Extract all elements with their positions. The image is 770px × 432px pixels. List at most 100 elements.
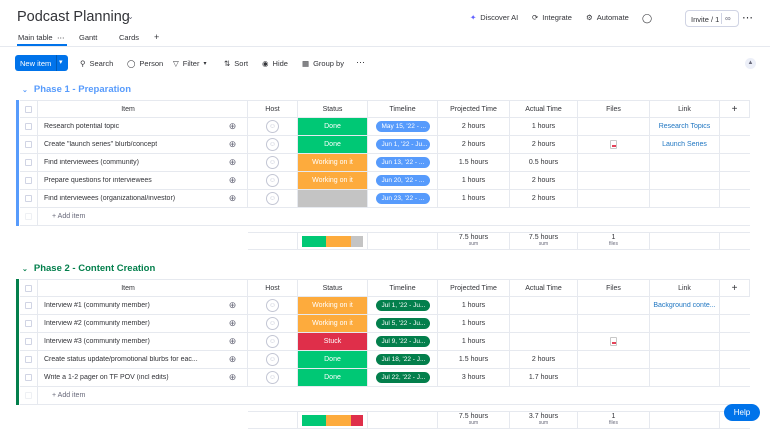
status-badge[interactable]: Working on it — [298, 297, 368, 314]
add-update-icon[interactable]: ⊕ — [229, 175, 237, 186]
cell-files[interactable] — [578, 333, 650, 350]
header-host[interactable]: Host — [248, 280, 298, 296]
chevron-down-icon[interactable]: ⌄ — [127, 12, 134, 21]
select-all-checkbox[interactable] — [25, 105, 32, 113]
projected-time[interactable]: 1 hours — [462, 320, 485, 327]
item-name[interactable]: Create "launch series" blurb/concept — [44, 141, 157, 148]
row-checkbox[interactable] — [25, 159, 32, 166]
chevron-down-icon[interactable]: ▾ — [59, 58, 63, 66]
item-name[interactable]: Interview #2 (community member) — [44, 320, 150, 327]
sort-button[interactable]: ⇅ Sort — [224, 59, 248, 68]
item-name[interactable]: Write a 1-2 pager on TF POV (incl edits) — [44, 374, 169, 381]
add-update-icon[interactable]: ⊕ — [229, 139, 237, 150]
projected-time[interactable]: 1 hours — [462, 177, 485, 184]
add-update-icon[interactable]: ⊕ — [229, 354, 237, 365]
row-checkbox[interactable] — [25, 338, 32, 345]
person-icon[interactable]: ☺ — [266, 174, 279, 187]
cell-item[interactable]: Interview #1 (community member) — [38, 297, 218, 314]
timeline-pill[interactable]: Jun 20, '22 - ... — [375, 175, 430, 186]
header-host[interactable]: Host — [248, 101, 298, 117]
cell-item[interactable]: Research potential topic — [38, 118, 218, 135]
group-by-button[interactable]: ▦ Group by — [302, 59, 344, 68]
cell-link[interactable]: Background conte... — [650, 297, 720, 314]
timeline-pill[interactable]: Jul 1, '22 - Ju... — [375, 300, 430, 311]
cell-link[interactable] — [650, 154, 720, 171]
timeline-pill[interactable]: Jul 5, '22 - Ju... — [375, 318, 430, 329]
cell-link[interactable] — [650, 333, 720, 350]
timeline-pill[interactable]: Jul 18, '22 - J... — [375, 354, 430, 365]
header-actual[interactable]: Actual Time — [510, 101, 578, 117]
item-name[interactable]: Create status update/promotional blurbs … — [44, 356, 198, 363]
header-status[interactable]: Status — [298, 280, 368, 296]
header-projected[interactable]: Projected Time — [438, 101, 510, 117]
header-add[interactable]: + — [720, 280, 750, 296]
person-icon[interactable]: ☺ — [266, 335, 279, 348]
status-badge[interactable]: Done — [298, 369, 368, 386]
item-name[interactable]: Prepare questions for interviewees — [44, 177, 152, 184]
add-update-icon[interactable]: ⊕ — [229, 157, 237, 168]
link[interactable]: Research Topics — [659, 123, 711, 130]
status-badge[interactable]: Working on it — [298, 172, 368, 189]
cell-item[interactable]: Find interviewees (community) — [38, 154, 218, 171]
projected-time[interactable]: 1.5 hours — [459, 356, 488, 363]
add-update-icon[interactable]: ⊕ — [229, 336, 237, 347]
discover-ai-button[interactable]: ✦ Discover AI — [470, 13, 518, 22]
status-badge[interactable]: Stuck — [298, 333, 368, 350]
cell-files[interactable] — [578, 118, 650, 135]
link[interactable]: Background conte... — [653, 302, 715, 309]
cell-item[interactable]: Interview #3 (community member) — [38, 333, 218, 350]
timeline-pill[interactable]: Jun 1, '22 - Ju... — [375, 139, 430, 150]
item-name[interactable]: Research potential topic — [44, 123, 119, 130]
cell-link[interactable]: Research Topics — [650, 118, 720, 135]
updates-button[interactable]: ◯ — [642, 13, 652, 24]
automate-button[interactable]: ⚙ Automate — [586, 13, 629, 22]
cell-link[interactable] — [650, 190, 720, 207]
row-checkbox[interactable] — [25, 356, 32, 363]
cell-link[interactable]: Launch Series — [650, 136, 720, 153]
cell-item[interactable]: Write a 1-2 pager on TF POV (incl edits) — [38, 369, 218, 386]
person-filter-button[interactable]: ◯ Person — [127, 59, 163, 68]
cell-item[interactable]: Create status update/promotional blurbs … — [38, 351, 218, 368]
pdf-file-icon[interactable] — [610, 337, 617, 346]
add-item-button[interactable]: + Add item — [52, 213, 85, 220]
header-timeline[interactable]: Timeline — [368, 101, 438, 117]
search-button[interactable]: ⚲ Search — [80, 59, 113, 68]
header-actual[interactable]: Actual Time — [510, 280, 578, 296]
new-item-button[interactable]: New item ▾ — [15, 55, 68, 71]
group-title-label[interactable]: Phase 1 - Preparation — [34, 84, 131, 95]
group-title[interactable]: ⌄ Phase 2 - Content Creation — [22, 263, 155, 274]
link[interactable]: Launch Series — [662, 141, 707, 148]
status-summary-bar[interactable] — [301, 414, 364, 426]
timeline-pill[interactable]: Jul 9, '22 - Ju... — [375, 336, 430, 347]
status-summary-bar[interactable] — [301, 235, 364, 247]
actual-time[interactable]: 0.5 hours — [529, 159, 558, 166]
tab-main-table[interactable]: Main table — [18, 33, 53, 42]
collapse-header-icon[interactable]: ▲ — [745, 58, 756, 69]
status-badge[interactable] — [298, 190, 368, 207]
person-icon[interactable]: ☺ — [266, 353, 279, 366]
cell-files[interactable] — [578, 190, 650, 207]
status-badge[interactable]: Working on it — [298, 154, 368, 171]
add-update-icon[interactable]: ⊕ — [229, 193, 237, 204]
tab-gantt[interactable]: Gantt — [79, 33, 97, 42]
status-badge[interactable]: Done — [298, 118, 368, 135]
cell-link[interactable] — [650, 315, 720, 332]
header-link[interactable]: Link — [650, 101, 720, 117]
tab-options-icon[interactable]: ⋯ — [57, 33, 65, 42]
row-checkbox[interactable] — [25, 195, 32, 202]
row-checkbox[interactable] — [25, 302, 32, 309]
person-icon[interactable]: ☺ — [266, 299, 279, 312]
add-view-icon[interactable]: + — [154, 32, 159, 42]
header-files[interactable]: Files — [578, 101, 650, 117]
cell-item[interactable]: Prepare questions for interviewees — [38, 172, 218, 189]
link-icon[interactable]: ∞ — [725, 14, 731, 23]
cell-files[interactable] — [578, 172, 650, 189]
projected-time[interactable]: 1 hours — [462, 302, 485, 309]
more-toolbar-icon[interactable]: ⋯ — [356, 57, 365, 68]
item-name[interactable]: Interview #1 (community member) — [44, 302, 150, 309]
add-update-icon[interactable]: ⊕ — [229, 121, 237, 132]
header-files[interactable]: Files — [578, 280, 650, 296]
projected-time[interactable]: 1 hours — [462, 195, 485, 202]
hide-button[interactable]: ◉ Hide — [262, 59, 288, 68]
chevron-down-icon[interactable]: ⌄ — [22, 86, 28, 94]
